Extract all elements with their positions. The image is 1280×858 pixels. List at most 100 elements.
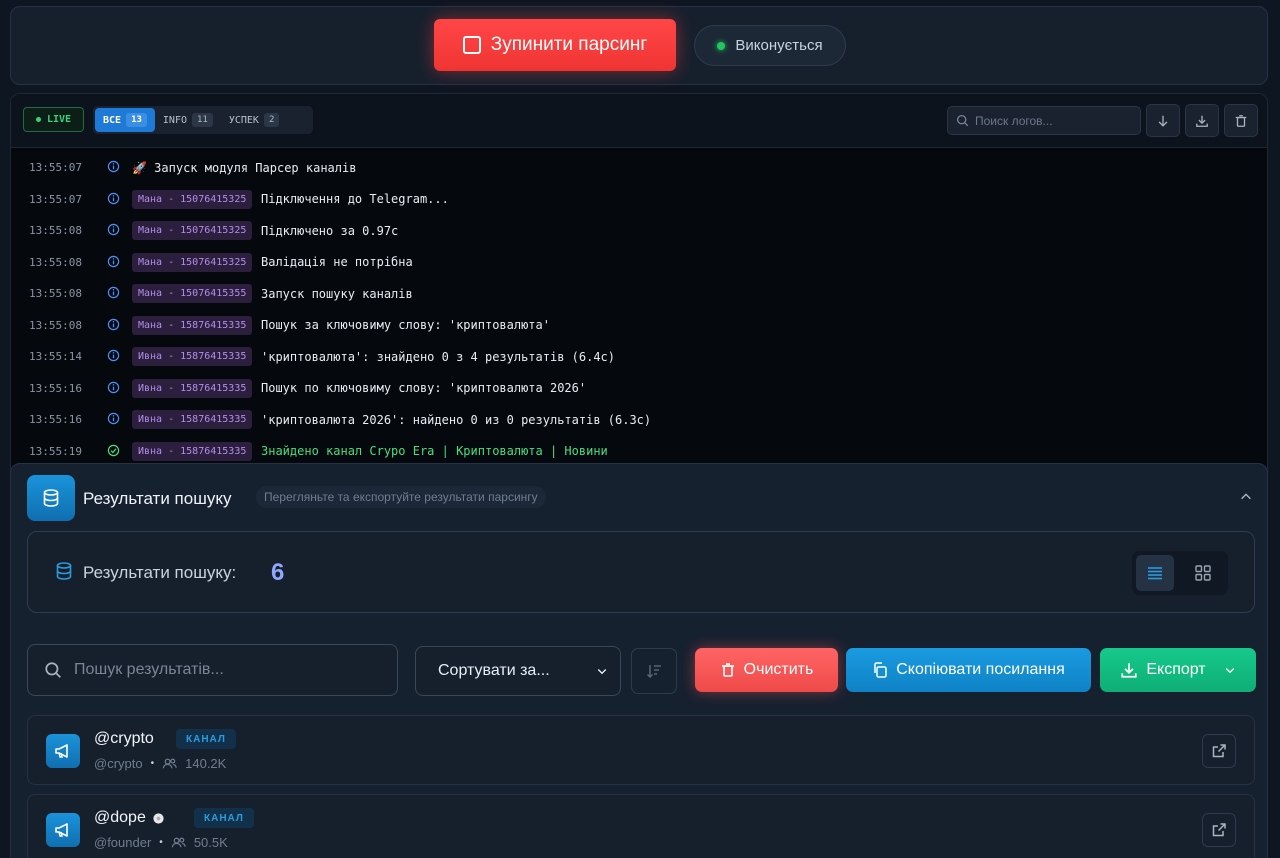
status-dot-icon [717,41,726,50]
live-badge: LIVE [23,107,84,132]
tab-info-count: 11 [192,113,213,127]
log-row: 13:55:08 Мана - 15076415325 Підключено за … [11,215,1267,247]
database-icon [27,475,75,521]
log-row: 13:55:08 Мана - 15876415335 Пошук за ключо… [11,310,1267,342]
separator-dot: • [150,758,155,769]
check-circle-icon [107,444,120,456]
chevron-down-icon [1225,668,1234,674]
stop-icon [462,36,481,54]
database-icon [56,562,72,580]
tab-all-label: ВСЕ [103,114,122,126]
info-icon [107,412,120,425]
log-message: Валідація не потрібна [261,255,413,270]
arrow-down-icon [1158,115,1168,127]
live-label: LIVE [46,114,72,125]
channel-name-text: @crypto [94,730,154,747]
clear-results-label: Очистить [743,661,814,678]
log-time: 13:55:08 [29,255,82,269]
results-search-input[interactable] [74,661,374,679]
log-toolbar: LIVE ВСЕ 13 INFO 11 УСПЕК 2 [11,94,1267,148]
separator-dot: • [159,837,163,848]
status-label: Виконується [735,37,823,54]
results-search-box [27,644,398,696]
search-icon [45,662,61,678]
list-view-button[interactable] [1136,555,1174,591]
clear-logs-button[interactable] [1224,104,1258,137]
clear-results-button[interactable]: Очистить [695,648,838,692]
list-item[interactable]: @crypto КАНАЛ @crypto • 140.2K [27,715,1255,785]
tab-all[interactable]: ВСЕ 13 [95,108,155,132]
external-link-icon [1212,744,1226,758]
tab-success[interactable]: УСПЕК 2 [221,108,288,132]
tab-success-label: УСПЕК [228,114,259,126]
log-message: 🚀 Запуск модуля Парсер каналів [132,160,357,175]
channel-type-badge: КАНАЛ [194,808,254,828]
info-icon [107,255,120,267]
sort-select-label: Сортувати за... [438,662,550,679]
log-panel: LIVE ВСЕ 13 INFO 11 УСПЕК 2 Поиск логов.… [10,93,1268,493]
verified-icon [153,812,164,824]
download-icon [1121,663,1137,678]
results-count-card: Результати пошуку: 6 [27,531,1255,613]
download-icon [1196,115,1208,127]
export-button[interactable]: Експорт [1100,648,1256,692]
results-section: Результати пошуку Перегляньте та експорт… [10,463,1268,858]
log-filter-tabs: ВСЕ 13 INFO 11 УСПЕК 2 [93,106,313,134]
export-label: Експорт [1146,661,1206,678]
channel-name-text: @dope [94,809,146,826]
search-icon [956,114,969,127]
channel-type-badge: КАНАЛ [176,729,236,749]
download-logs-button[interactable] [1185,104,1219,137]
log-row: 13:55:08 Мана - 15076415355 Запуск пошуку … [11,278,1267,310]
grid-icon [1195,565,1211,581]
stop-parsing-label: Зупинити парсинг [490,34,648,55]
log-time: 13:55:08 [29,318,82,332]
channel-subscribers: 50.5K [193,835,228,850]
log-message: Пошук по ключовиму слову: 'криптовалюта … [261,381,587,396]
log-time: 13:55:08 [29,287,82,301]
channel-handle: @crypto [94,756,143,771]
scroll-down-button[interactable] [1146,104,1180,137]
list-item[interactable]: @dope КАНАЛ @founder • 50.5K [27,794,1255,858]
copy-links-label: Скопіювати посилання [896,661,1065,678]
log-row: 13:55:16 Ивна - 15876415335 Пошук по ключо… [11,373,1267,405]
results-count-value: 6 [271,559,285,586]
sort-icon [647,665,661,678]
sort-direction-button[interactable] [631,648,677,694]
trash-icon [1235,114,1247,127]
log-list: 13:55:07 🚀 Запуск модуля Парсер каналів 13… [11,148,1267,467]
account-tag: Мана - 15876415335 [132,315,253,335]
account-tag: Мана - 15076415325 [132,252,253,272]
log-search-input[interactable] [975,113,1125,128]
account-tag: Мана - 15076415325 [132,189,253,209]
tab-success-count: 2 [263,113,280,127]
stop-parsing-button[interactable]: Зупинити парсинг [434,19,676,71]
copy-links-button[interactable]: Скопіювати посилання [846,648,1091,692]
tab-info[interactable]: INFO 11 [155,108,221,132]
open-channel-button[interactable] [1202,813,1236,847]
channel-handle: @founder [94,835,152,850]
grid-view-button[interactable] [1184,555,1222,591]
account-tag: Ивна - 15876415335 [132,347,253,367]
channel-name: @dope [94,809,165,827]
log-row: 13:55:16 Ивна - 15876415335 'криптовалюта … [11,404,1267,436]
sort-select[interactable]: Сортувати за... [415,646,621,696]
external-link-icon [1212,823,1226,837]
copy-icon [874,662,887,678]
collapse-chevron-icon[interactable] [1239,490,1253,509]
log-message: Запуск пошуку каналів [261,286,413,301]
results-subtitle: Перегляньте та експортуйте результати па… [256,486,546,508]
log-message: 'криптовалюта 2026': найдено 0 из 0 резу… [261,412,652,427]
log-row: 13:55:07 Мана - 15076415325 Підключення до… [11,184,1267,216]
log-time: 13:55:16 [29,381,82,395]
info-icon [107,318,120,330]
info-icon [107,286,120,299]
results-title: Результати пошуку [83,489,232,508]
open-channel-button[interactable] [1202,734,1236,768]
log-time: 13:55:14 [29,350,82,364]
tab-all-count: 13 [126,113,147,127]
status-badge: Виконується [694,25,846,66]
info-icon [107,192,120,204]
log-message: Підключення до Telegram... [261,192,449,207]
account-tag: Ивна - 15876415335 [132,441,253,461]
